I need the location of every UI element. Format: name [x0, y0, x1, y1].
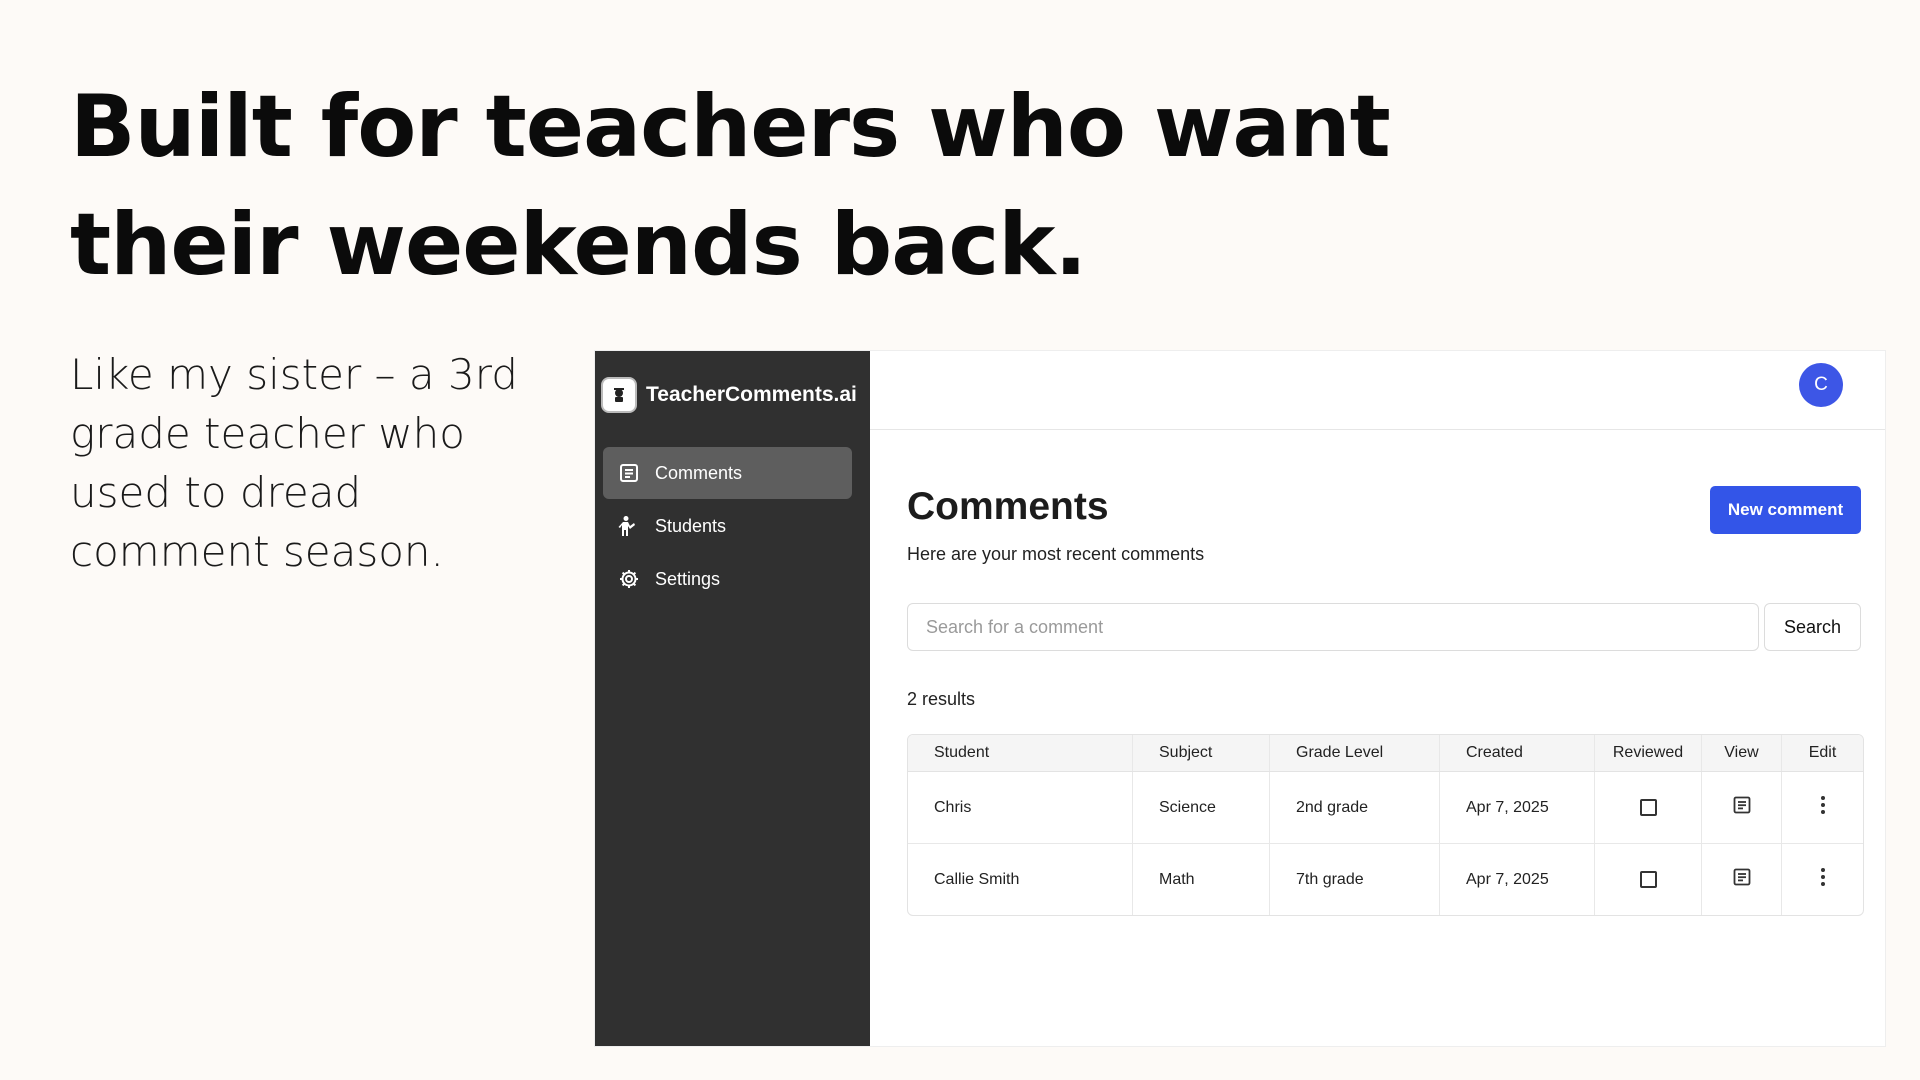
cell-view: [1702, 844, 1782, 915]
headline-line-2: their weekends back.: [70, 195, 1087, 295]
table-header-row: Student Subject Grade Level Created Revi…: [908, 735, 1863, 772]
search-input[interactable]: [907, 603, 1759, 651]
page-subtitle: Here are your most recent comments: [907, 544, 1205, 564]
table-row[interactable]: Callie Smith Math 7th grade Apr 7, 2025: [908, 843, 1863, 915]
main-content: C Comments Here are your most recent com…: [870, 351, 1885, 1046]
cell-reviewed: [1595, 844, 1702, 915]
column-header-subject: Subject: [1133, 735, 1270, 771]
sidebar: TeacherComments.ai Comments Students Set…: [595, 351, 870, 1046]
new-comment-button[interactable]: New comment: [1710, 486, 1861, 534]
cell-grade-level: 7th grade: [1270, 844, 1440, 915]
column-header-student: Student: [908, 735, 1133, 771]
brand[interactable]: TeacherComments.ai: [595, 351, 870, 417]
cell-view: [1702, 772, 1782, 843]
page-title: Comments: [907, 485, 1109, 528]
gear-icon: [617, 567, 641, 591]
cell-edit: [1782, 844, 1863, 915]
column-header-view: View: [1702, 735, 1782, 771]
column-header-grade-level: Grade Level: [1270, 735, 1440, 771]
cell-created: Apr 7, 2025: [1440, 772, 1595, 843]
cell-created: Apr 7, 2025: [1440, 844, 1595, 915]
sidebar-item-label: Comments: [655, 462, 743, 483]
view-document-icon[interactable]: [1732, 795, 1752, 820]
sidebar-item-label: Settings: [655, 568, 721, 589]
sidebar-item-label: Students: [655, 515, 727, 536]
cell-student: Callie Smith: [908, 844, 1133, 915]
avatar[interactable]: C: [1799, 363, 1843, 407]
more-vertical-icon[interactable]: [1820, 795, 1826, 820]
column-header-created: Created: [1440, 735, 1595, 771]
graduate-icon: [601, 377, 637, 413]
document-icon: [617, 461, 641, 485]
table-row[interactable]: Chris Science 2nd grade Apr 7, 2025: [908, 772, 1863, 843]
sidebar-item-comments[interactable]: Comments: [603, 447, 852, 499]
cell-grade-level: 2nd grade: [1270, 772, 1440, 843]
cell-subject: Math: [1133, 844, 1270, 915]
cell-subject: Science: [1133, 772, 1270, 843]
sidebar-item-settings[interactable]: Settings: [603, 553, 852, 605]
more-vertical-icon[interactable]: [1820, 867, 1826, 892]
sidebar-item-students[interactable]: Students: [603, 500, 852, 552]
brand-name: TeacherComments.ai: [646, 383, 857, 406]
app-screenshot: TeacherComments.ai Comments Students Set…: [595, 351, 1885, 1046]
sidebar-nav: Comments Students Settings: [595, 447, 870, 605]
topbar: C: [870, 351, 1885, 430]
cell-edit: [1782, 772, 1863, 843]
comments-table: Student Subject Grade Level Created Revi…: [907, 734, 1864, 916]
search-button[interactable]: Search: [1764, 603, 1861, 651]
subtext: Like my sister – a 3rd grade teacher who…: [70, 350, 518, 576]
column-header-edit: Edit: [1808, 744, 1837, 761]
headline-line-1: Built for teachers who want: [70, 77, 1391, 177]
view-document-icon[interactable]: [1732, 867, 1752, 892]
cell-reviewed: [1595, 772, 1702, 843]
person-icon: [617, 514, 641, 538]
reviewed-checkbox[interactable]: [1639, 799, 1657, 816]
cell-student: Chris: [908, 772, 1133, 843]
column-header-reviewed: Reviewed: [1595, 735, 1702, 771]
reviewed-checkbox[interactable]: [1639, 871, 1657, 888]
headline: Built for teachers who want their weeken…: [70, 68, 1391, 304]
results-count: 2 results: [907, 689, 976, 709]
